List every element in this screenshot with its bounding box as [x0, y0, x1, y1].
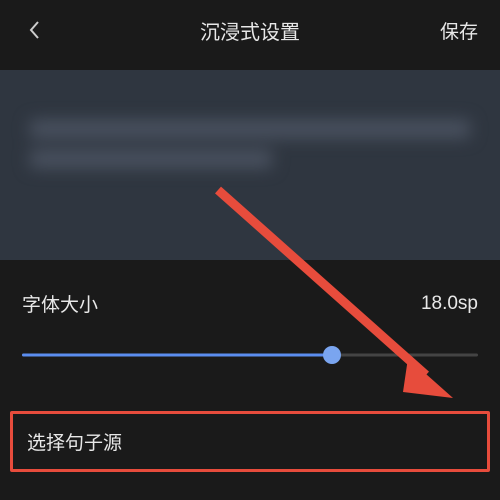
- header: 沉浸式设置 保存: [0, 0, 500, 60]
- preview-text-blurred: [30, 120, 470, 180]
- font-size-label: 字体大小: [22, 290, 98, 317]
- font-size-row: 字体大小 18.0sp: [22, 290, 478, 317]
- font-size-value: 18.0sp: [421, 293, 478, 315]
- slider-fill: [22, 354, 332, 357]
- font-size-slider[interactable]: [22, 345, 478, 365]
- preview-area: [0, 70, 500, 260]
- page-title: 沉浸式设置: [200, 16, 300, 45]
- save-button[interactable]: 保存: [440, 17, 478, 44]
- chevron-left-icon: [27, 19, 41, 41]
- select-sentence-source[interactable]: 选择句子源: [10, 411, 490, 472]
- back-button[interactable]: [22, 18, 46, 42]
- font-size-section: 字体大小 18.0sp: [0, 260, 500, 375]
- select-source-label: 选择句子源: [27, 428, 473, 455]
- slider-thumb[interactable]: [323, 346, 341, 364]
